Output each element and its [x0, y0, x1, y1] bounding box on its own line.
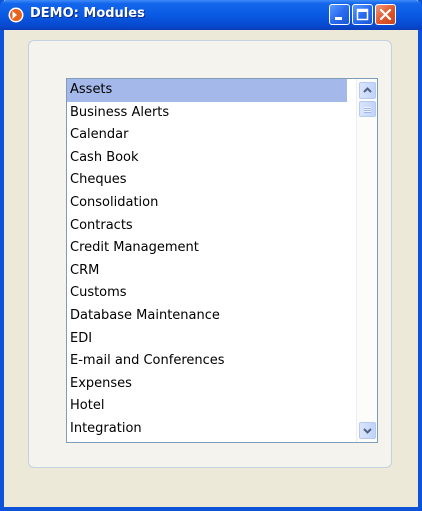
minimize-icon: [335, 17, 342, 20]
list-item[interactable]: Expenses: [67, 373, 347, 396]
scroll-down-button[interactable]: [359, 422, 376, 439]
list-item[interactable]: Cheques: [67, 169, 347, 192]
app-logo-icon[interactable]: [8, 7, 24, 23]
maximize-icon: [356, 8, 369, 21]
list-item[interactable]: Database Maintenance: [67, 305, 347, 328]
grip-icon: [364, 107, 371, 113]
close-icon: [379, 8, 392, 21]
list-item[interactable]: E-mail and Conferences: [67, 350, 347, 373]
maximize-button[interactable]: [352, 4, 373, 25]
list-item[interactable]: Consolidation: [67, 192, 347, 215]
chevron-up-icon: [363, 87, 372, 93]
title-bar[interactable]: DEMO: Modules: [0, 0, 422, 30]
modules-listbox[interactable]: Assets Business Alerts Calendar Cash Book Ch…: [66, 78, 378, 443]
minimize-button[interactable]: [329, 4, 350, 25]
list-item[interactable]: Integration: [67, 418, 347, 441]
list-item[interactable]: Cash Book: [67, 147, 347, 170]
window-title: DEMO: Modules: [30, 6, 145, 21]
vertical-scrollbar[interactable]: [356, 79, 377, 442]
list-item[interactable]: CRM: [67, 260, 347, 283]
chevron-down-icon: [363, 428, 372, 434]
list-item[interactable]: Customs: [67, 282, 347, 305]
list-item[interactable]: Contracts: [67, 215, 347, 238]
close-button[interactable]: [375, 4, 396, 25]
modules-list-items: Assets Business Alerts Calendar Cash Book Ch…: [67, 79, 347, 442]
list-item[interactable]: Business Alerts: [67, 102, 347, 125]
scroll-up-button[interactable]: [359, 82, 376, 99]
scrollbar-thumb[interactable]: [359, 101, 376, 117]
list-item[interactable]: Assets: [67, 79, 347, 102]
modules-window: DEMO: Modules Assets Business Alerts Calen…: [0, 0, 422, 511]
list-item[interactable]: Calendar: [67, 124, 347, 147]
list-item[interactable]: Hotel: [67, 395, 347, 418]
list-item[interactable]: EDI: [67, 328, 347, 351]
list-item[interactable]: Credit Management: [67, 237, 347, 260]
